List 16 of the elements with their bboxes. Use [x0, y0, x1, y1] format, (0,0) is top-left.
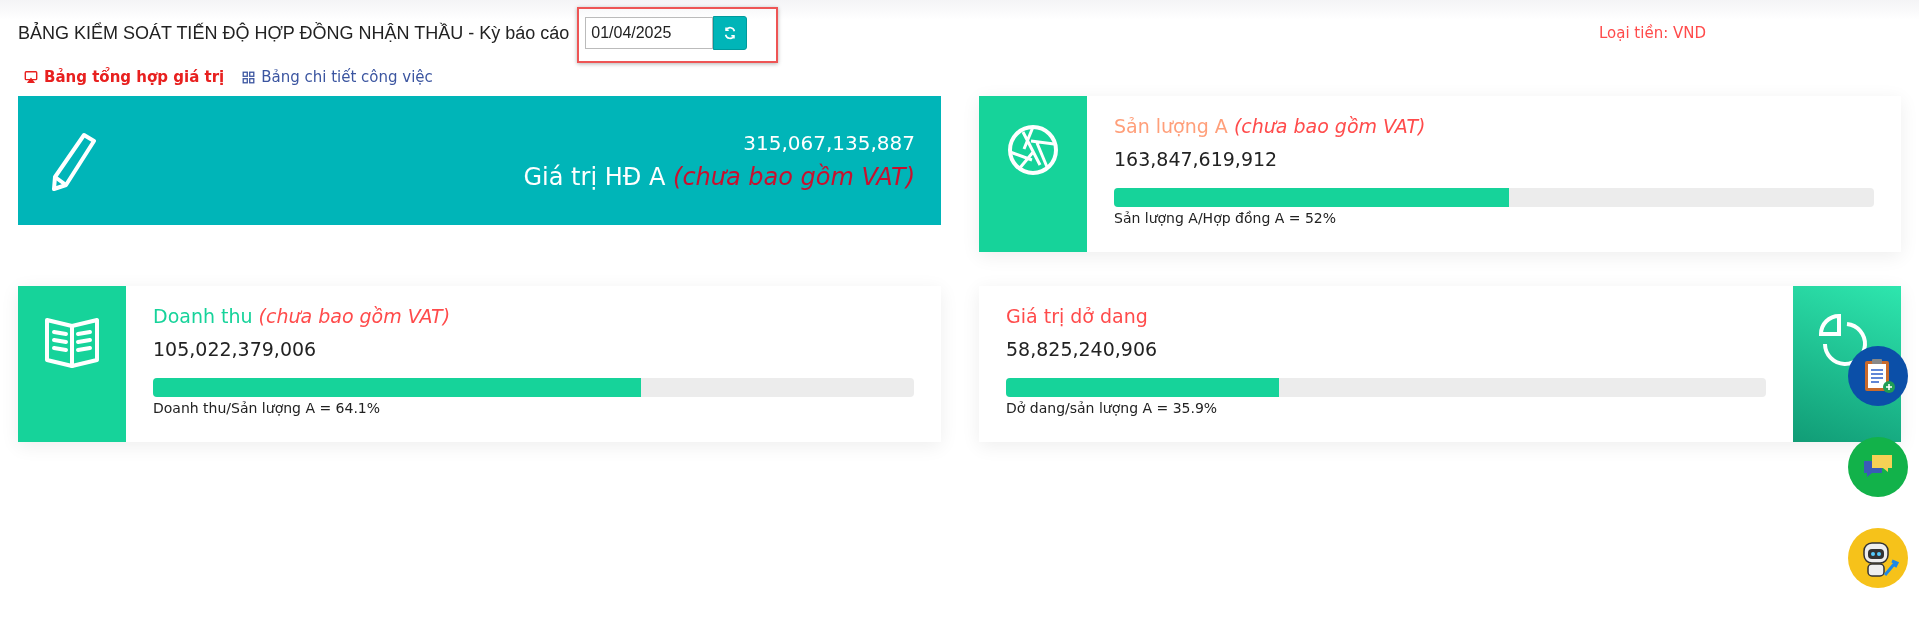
- card-caption: Dở dang/sản lượng A = 35.9%: [1006, 400, 1219, 416]
- contract-value: 315,067,135,887: [743, 130, 915, 155]
- page-title: BẢNG KIỂM SOÁT TIẾN ĐỘ HỢP ĐỒNG NHẬN THẦU - Kỳ báo cáo: [18, 22, 570, 44]
- currency-label: Loại tiền: VND: [1598, 24, 1706, 42]
- card-value: 163,847,619,912: [1114, 147, 1279, 172]
- card-value: 58,825,240,906: [1006, 337, 1159, 362]
- card-value: 105,022,379,006: [153, 337, 318, 362]
- contract-label: Giá trị HĐ A (chưa bao gồm VAT): [523, 162, 915, 191]
- card-caption: Sản lượng A/Hợp đồng A = 52%: [1114, 210, 1338, 226]
- card-title: Doanh thu (chưa bao gồm VAT): [153, 304, 452, 329]
- tab[interactable]: Bảng chi tiết công việc: [242, 68, 433, 86]
- card-caption: Doanh thu/Sản lượng A = 64.1%: [153, 400, 382, 416]
- card-title: Sản lượng A (chưa bao gồm VAT): [1114, 114, 1427, 139]
- date-field[interactable]: 01/04/2025: [585, 17, 714, 49]
- card-title: Giá trị dở dang: [1006, 304, 1149, 329]
- tab[interactable]: Bảng tổng hợp giá trị: [24, 68, 225, 86]
